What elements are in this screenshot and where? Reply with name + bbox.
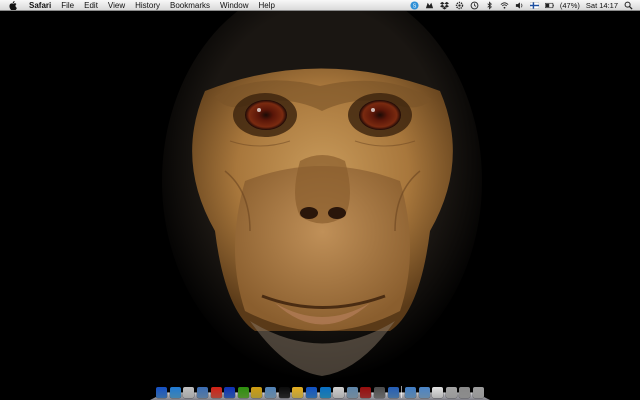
clock-icon[interactable] [183,387,195,398]
menu-help[interactable]: Help [253,0,279,11]
file-stack-icon[interactable] [459,387,471,398]
wifi-icon[interactable] [500,1,509,10]
chimp-right-eye [359,100,401,130]
iphoto-icon[interactable] [265,387,276,398]
calendar-icon[interactable] [210,387,222,398]
volume-icon[interactable] [515,1,524,10]
system-preferences-icon[interactable] [374,387,385,398]
downloads-stack-icon[interactable] [445,387,457,398]
menu-bar: Safari File Edit View History Bookmarks … [0,0,640,11]
battery-percentage: (47%) [559,0,580,10]
apple-menu-icon[interactable] [8,0,17,10]
documents-folder-icon[interactable] [418,387,430,398]
document-icon[interactable] [432,387,444,398]
time-machine-icon[interactable] [470,1,479,10]
mail-icon[interactable] [346,387,358,398]
photo-booth-icon[interactable] [360,387,372,398]
gear-icon[interactable] [455,1,464,10]
app-store-icon[interactable] [387,387,399,398]
battery-icon[interactable] [544,1,554,10]
chimpanzee-wallpaper-image [0,11,640,400]
text-edit-icon[interactable] [333,387,345,398]
status-menus: S (47%) Sat 14:17 [407,0,640,11]
dropbox-icon[interactable] [439,1,449,10]
menu-file[interactable]: File [56,0,79,11]
menu-history[interactable]: History [130,0,165,11]
menu-view[interactable]: View [103,0,130,11]
applications-folder-icon[interactable] [404,387,416,398]
dock-items [156,384,484,398]
notes-icon[interactable] [292,387,304,398]
bluetooth-icon[interactable] [485,0,494,10]
preview-icon[interactable] [196,387,208,398]
svg-text:S: S [413,3,417,9]
skype-icon[interactable]: S [410,0,419,10]
spotlight-icon[interactable] [624,1,633,10]
safari-icon[interactable] [169,387,181,398]
finder-icon[interactable] [156,387,167,398]
menubar-clock[interactable]: Sat 14:17 [586,1,618,10]
chimp-left-eye [245,100,287,130]
dock-separator [401,386,403,398]
spotify-icon[interactable] [237,387,249,398]
growl-icon[interactable] [425,1,434,10]
flag-icon[interactable] [529,1,539,10]
trash-icon[interactable] [473,387,484,398]
itunes-icon[interactable] [224,387,236,398]
skype-icon[interactable] [319,387,331,398]
dock [150,380,490,400]
menu-window[interactable]: Window [215,0,253,11]
menu-edit[interactable]: Edit [79,0,103,11]
dropbox-icon[interactable] [305,387,317,398]
menu-app-name[interactable]: Safari [24,0,56,11]
terminal-icon[interactable] [278,387,290,398]
chrome-icon[interactable] [251,387,263,398]
desktop-wallpaper [0,11,640,400]
menu-bookmarks[interactable]: Bookmarks [165,0,215,11]
